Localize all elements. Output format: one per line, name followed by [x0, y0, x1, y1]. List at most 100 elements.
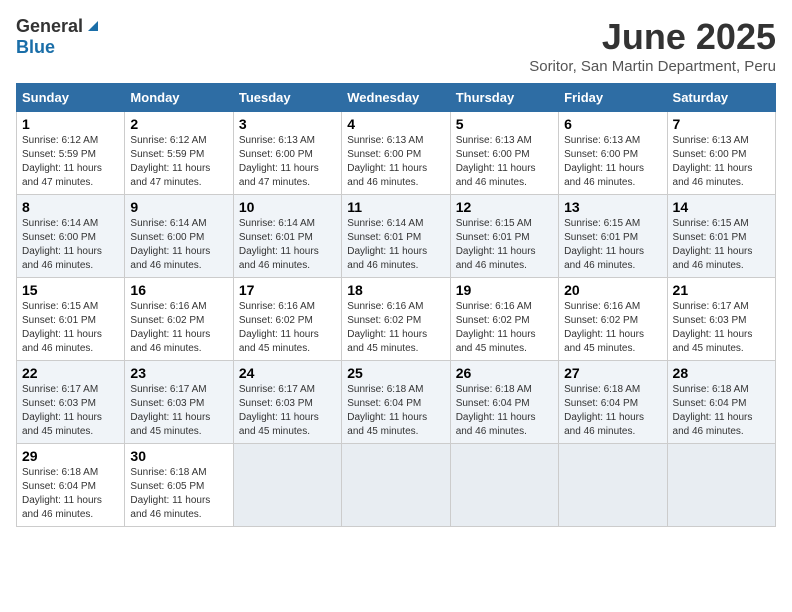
day-info: Sunrise: 6:18 AMSunset: 6:04 PMDaylight:…: [673, 383, 770, 439]
day-number: 13: [564, 199, 661, 215]
weekday-header-friday: Friday: [559, 84, 667, 112]
day-info: Sunrise: 6:16 AMSunset: 6:02 PMDaylight:…: [456, 300, 553, 356]
calendar-week-1: 1 Sunrise: 6:12 AMSunset: 5:59 PMDaylight…: [17, 112, 776, 195]
day-number: 17: [239, 282, 336, 298]
weekday-header-saturday: Saturday: [667, 84, 775, 112]
day-info: Sunrise: 6:17 AMSunset: 6:03 PMDaylight:…: [673, 300, 770, 356]
day-number: 23: [130, 365, 227, 381]
day-number: 15: [22, 282, 119, 298]
day-number: 10: [239, 199, 336, 215]
empty-cell: [450, 444, 558, 527]
calendar-day-3: 3Sunrise: 6:13 AMSunset: 6:00 PMDaylight…: [233, 112, 341, 195]
day-info: Sunrise: 6:13 AMSunset: 6:00 PMDaylight:…: [239, 134, 336, 190]
logo-icon: [84, 17, 102, 35]
empty-cell: [559, 444, 667, 527]
day-number: 1: [22, 116, 119, 132]
day-number: 14: [673, 199, 770, 215]
calendar-day-10: 10 Sunrise: 6:14 AMSunset: 6:01 PMDayligh…: [233, 195, 341, 278]
calendar-day-16: 16 Sunrise: 6:16 AMSunset: 6:02 PMDayligh…: [125, 278, 233, 361]
logo-general: General: [16, 16, 83, 37]
weekday-header-sunday: Sunday: [17, 84, 125, 112]
day-info: Sunrise: 6:18 AMSunset: 6:04 PMDaylight:…: [456, 383, 553, 439]
day-info: Sunrise: 6:15 AMSunset: 6:01 PMDaylight:…: [564, 217, 661, 273]
day-info: Sunrise: 6:12 AMSunset: 5:59 PMDaylight:…: [22, 134, 119, 190]
day-number: 25: [347, 365, 444, 381]
calendar-day-24: 24Sunrise: 6:17 AMSunset: 6:03 PMDayligh…: [233, 361, 341, 444]
day-number: 22: [22, 365, 119, 381]
day-info: Sunrise: 6:18 AMSunset: 6:04 PMDaylight:…: [22, 466, 119, 522]
calendar-day-14: 14 Sunrise: 6:15 AMSunset: 6:01 PMDayligh…: [667, 195, 775, 278]
calendar-day-18: 18 Sunrise: 6:16 AMSunset: 6:02 PMDayligh…: [342, 278, 450, 361]
calendar-day-23: 23 Sunrise: 6:17 AMSunset: 6:03 PMDayligh…: [125, 361, 233, 444]
logo-blue: Blue: [16, 37, 55, 58]
weekday-header-tuesday: Tuesday: [233, 84, 341, 112]
day-info: Sunrise: 6:16 AMSunset: 6:02 PMDaylight:…: [130, 300, 227, 356]
day-number: 12: [456, 199, 553, 215]
day-number: 26: [456, 365, 553, 381]
calendar-day-20: 20Sunrise: 6:16 AMSunset: 6:02 PMDayligh…: [559, 278, 667, 361]
empty-cell: [233, 444, 341, 527]
calendar-day-11: 11 Sunrise: 6:14 AMSunset: 6:01 PMDayligh…: [342, 195, 450, 278]
calendar-day-21: 21Sunrise: 6:17 AMSunset: 6:03 PMDayligh…: [667, 278, 775, 361]
calendar-day-2: 2Sunrise: 6:12 AMSunset: 5:59 PMDaylight…: [125, 112, 233, 195]
calendar-day-4: 4Sunrise: 6:13 AMSunset: 6:00 PMDaylight…: [342, 112, 450, 195]
day-info: Sunrise: 6:13 AMSunset: 6:00 PMDaylight:…: [564, 134, 661, 190]
day-info: Sunrise: 6:13 AMSunset: 6:00 PMDaylight:…: [347, 134, 444, 190]
day-info: Sunrise: 6:17 AMSunset: 6:03 PMDaylight:…: [130, 383, 227, 439]
day-number: 11: [347, 199, 444, 215]
calendar-day-28: 28Sunrise: 6:18 AMSunset: 6:04 PMDayligh…: [667, 361, 775, 444]
calendar-day-22: 22Sunrise: 6:17 AMSunset: 6:03 PMDayligh…: [17, 361, 125, 444]
calendar-day-25: 25 Sunrise: 6:18 AMSunset: 6:04 PMDayligh…: [342, 361, 450, 444]
weekday-header-thursday: Thursday: [450, 84, 558, 112]
day-number: 7: [673, 116, 770, 132]
day-info: Sunrise: 6:14 AMSunset: 6:00 PMDaylight:…: [130, 217, 227, 273]
calendar-location: Soritor, San Martin Department, Peru: [529, 58, 776, 75]
day-info: Sunrise: 6:15 AMSunset: 6:01 PMDaylight:…: [456, 217, 553, 273]
day-info: Sunrise: 6:15 AMSunset: 6:01 PMDaylight:…: [22, 300, 119, 356]
calendar-week-5: 29Sunrise: 6:18 AMSunset: 6:04 PMDayligh…: [17, 444, 776, 527]
day-info: Sunrise: 6:15 AMSunset: 6:01 PMDaylight:…: [673, 217, 770, 273]
calendar-day-29: 29Sunrise: 6:18 AMSunset: 6:04 PMDayligh…: [17, 444, 125, 527]
calendar-day-27: 27Sunrise: 6:18 AMSunset: 6:04 PMDayligh…: [559, 361, 667, 444]
day-number: 16: [130, 282, 227, 298]
weekday-header-monday: Monday: [125, 84, 233, 112]
day-info: Sunrise: 6:14 AMSunset: 6:01 PMDaylight:…: [347, 217, 444, 273]
calendar-week-2: 8 Sunrise: 6:14 AMSunset: 6:00 PMDaylight…: [17, 195, 776, 278]
calendar-day-6: 6 Sunrise: 6:13 AMSunset: 6:00 PMDaylight…: [559, 112, 667, 195]
calendar-day-7: 7 Sunrise: 6:13 AMSunset: 6:00 PMDaylight…: [667, 112, 775, 195]
day-info: Sunrise: 6:13 AMSunset: 6:00 PMDaylight:…: [456, 134, 553, 190]
day-number: 18: [347, 282, 444, 298]
day-info: Sunrise: 6:18 AMSunset: 6:04 PMDaylight:…: [347, 383, 444, 439]
day-number: 27: [564, 365, 661, 381]
calendar-day-13: 13 Sunrise: 6:15 AMSunset: 6:01 PMDayligh…: [559, 195, 667, 278]
day-number: 6: [564, 116, 661, 132]
calendar-week-4: 22 Sunrise: 6:17 AMSunset: 6:03 PMDayligh…: [17, 361, 776, 444]
day-number: 8: [22, 199, 119, 215]
day-number: 5: [456, 116, 553, 132]
title-block: June 2025 Soritor, San Martin Department…: [529, 16, 776, 75]
calendar-day-30: 30Sunrise: 6:18 AMSunset: 6:05 PMDayligh…: [125, 444, 233, 527]
calendar-table: SundayMondayTuesdayWednesdayThursdayFrid…: [16, 83, 776, 527]
calendar-day-26: 26 Sunrise: 6:18 AMSunset: 6:04 PMDayligh…: [450, 361, 558, 444]
day-info: Sunrise: 6:14 AMSunset: 6:00 PMDaylight:…: [22, 217, 119, 273]
calendar-day-8: 8 Sunrise: 6:14 AMSunset: 6:00 PMDaylight…: [17, 195, 125, 278]
calendar-week-3: 15 Sunrise: 6:15 AMSunset: 6:01 PMDayligh…: [17, 278, 776, 361]
day-info: Sunrise: 6:17 AMSunset: 6:03 PMDaylight:…: [239, 383, 336, 439]
calendar-day-9: 9 Sunrise: 6:14 AMSunset: 6:00 PMDaylight…: [125, 195, 233, 278]
logo: General Blue: [16, 16, 102, 58]
day-info: Sunrise: 6:13 AMSunset: 6:00 PMDaylight:…: [673, 134, 770, 190]
day-number: 30: [130, 448, 227, 464]
weekday-header-wednesday: Wednesday: [342, 84, 450, 112]
calendar-day-15: 15 Sunrise: 6:15 AMSunset: 6:01 PMDayligh…: [17, 278, 125, 361]
calendar-title: June 2025: [529, 16, 776, 58]
calendar-day-1: 1 Sunrise: 6:12 AMSunset: 5:59 PMDaylight…: [17, 112, 125, 195]
calendar-day-12: 12 Sunrise: 6:15 AMSunset: 6:01 PMDayligh…: [450, 195, 558, 278]
day-info: Sunrise: 6:12 AMSunset: 5:59 PMDaylight:…: [130, 134, 227, 190]
calendar-day-17: 17Sunrise: 6:16 AMSunset: 6:02 PMDayligh…: [233, 278, 341, 361]
calendar-day-19: 19Sunrise: 6:16 AMSunset: 6:02 PMDayligh…: [450, 278, 558, 361]
empty-cell: [342, 444, 450, 527]
day-info: Sunrise: 6:16 AMSunset: 6:02 PMDaylight:…: [347, 300, 444, 356]
day-info: Sunrise: 6:14 AMSunset: 6:01 PMDaylight:…: [239, 217, 336, 273]
calendar-header-row: SundayMondayTuesdayWednesdayThursdayFrid…: [17, 84, 776, 112]
day-number: 9: [130, 199, 227, 215]
